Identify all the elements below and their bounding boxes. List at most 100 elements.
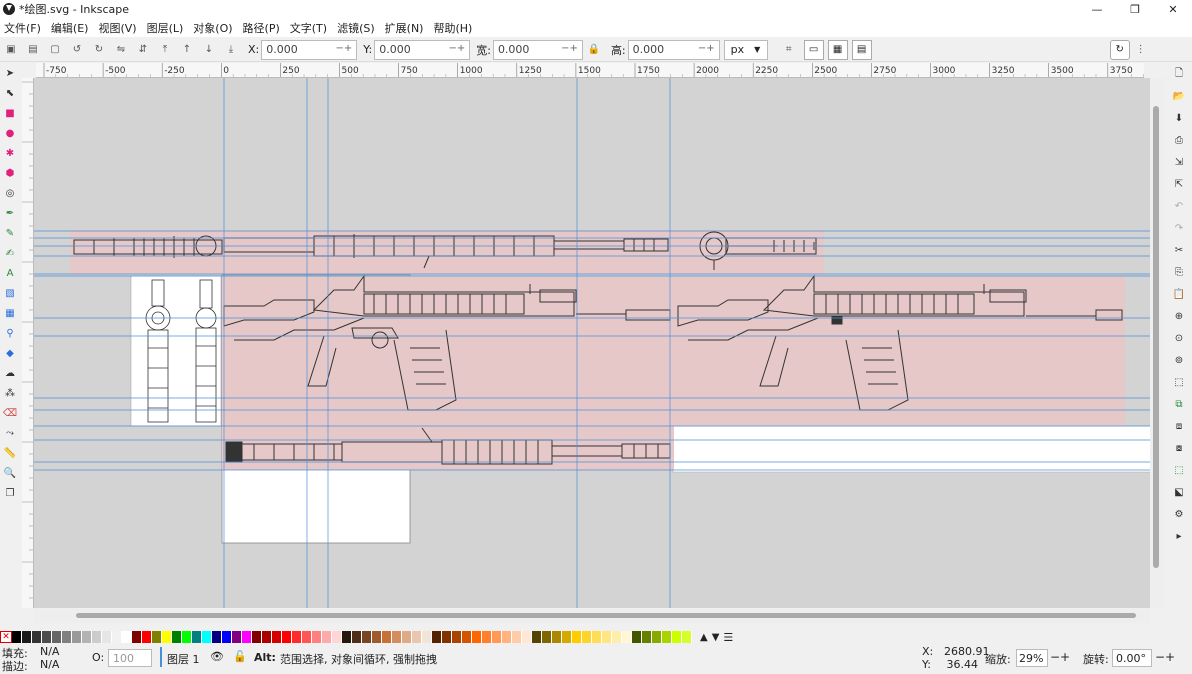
horizontal-scroll-thumb[interactable] xyxy=(76,613,1136,618)
measure-tool-icon[interactable]: 📏 xyxy=(0,443,20,463)
clone-icon[interactable]: ⧈ xyxy=(1166,415,1192,437)
color-swatch[interactable] xyxy=(252,631,262,643)
color-swatch[interactable] xyxy=(32,631,42,643)
color-swatch[interactable] xyxy=(612,631,622,643)
3d-box-tool-icon[interactable]: ⬢ xyxy=(0,163,20,183)
no-paint-swatch[interactable]: ✕ xyxy=(0,631,12,643)
stroke-value[interactable]: N/A xyxy=(40,658,59,671)
copy-icon[interactable]: ⎘ xyxy=(1166,261,1192,283)
selection-area-bottom[interactable] xyxy=(222,426,674,470)
chevron-right-icon[interactable]: ▸ xyxy=(1166,525,1192,547)
color-swatch[interactable] xyxy=(602,631,612,643)
move-patterns-button[interactable]: ▤ xyxy=(851,39,872,60)
y-field[interactable]: 0.000 −+ xyxy=(374,39,471,60)
color-swatch[interactable] xyxy=(192,631,202,643)
color-swatch[interactable] xyxy=(142,631,152,643)
color-swatch[interactable] xyxy=(182,631,192,643)
color-swatch[interactable] xyxy=(442,631,452,643)
color-swatch[interactable] xyxy=(302,631,312,643)
color-swatch[interactable] xyxy=(452,631,462,643)
menu-extensions[interactable]: 扩展(N) xyxy=(385,20,424,36)
selection-area-middle-right[interactable] xyxy=(673,276,1125,426)
cut-icon[interactable]: ✂ xyxy=(1166,239,1192,261)
color-swatch[interactable] xyxy=(12,631,22,643)
color-swatch[interactable] xyxy=(632,631,642,643)
rotate-stepper[interactable]: −+ xyxy=(1155,650,1175,664)
menu-filters[interactable]: 滤镜(S) xyxy=(337,20,375,36)
layer-lock-icon[interactable]: 🔓 xyxy=(233,650,247,663)
deselect-icon[interactable]: ▢ xyxy=(48,43,62,57)
color-swatch[interactable] xyxy=(562,631,572,643)
color-swatch[interactable] xyxy=(72,631,82,643)
minimize-button[interactable]: — xyxy=(1078,0,1116,18)
x-field[interactable]: 0.000 −+ xyxy=(261,39,358,60)
color-swatch[interactable] xyxy=(382,631,392,643)
flip-vertical-icon[interactable]: ⇵ xyxy=(136,43,150,57)
vertical-scrollbar[interactable] xyxy=(1150,78,1164,608)
pages-tool-icon[interactable]: ❐ xyxy=(0,483,20,503)
color-swatch[interactable] xyxy=(172,631,182,643)
color-swatch[interactable] xyxy=(372,631,382,643)
palette-menu-icon[interactable]: ☰ xyxy=(723,631,733,644)
pencil-tool-icon[interactable]: ✎ xyxy=(0,223,20,243)
color-swatch[interactable] xyxy=(462,631,472,643)
color-swatch[interactable] xyxy=(642,631,652,643)
scale-corners-button[interactable]: ▭ xyxy=(803,39,824,60)
zoom-selection-icon[interactable]: ⊕ xyxy=(1166,305,1192,327)
color-swatch[interactable] xyxy=(402,631,412,643)
zoom-tool-icon[interactable]: 🔍 xyxy=(0,463,20,483)
drawing-canvas[interactable] xyxy=(34,78,1150,608)
maximize-button[interactable]: ❐ xyxy=(1116,0,1154,18)
duplicate-icon[interactable]: ⧉ xyxy=(1166,393,1192,415)
lower-to-bottom-icon[interactable]: ⤓ xyxy=(224,43,238,57)
width-stepper[interactable]: −+ xyxy=(561,43,578,54)
menu-object[interactable]: 对象(O) xyxy=(193,20,232,36)
preferences-icon[interactable]: ⚙ xyxy=(1166,503,1192,525)
rotate-90-ccw-icon[interactable]: ↺ xyxy=(70,43,84,57)
color-swatch[interactable] xyxy=(502,631,512,643)
color-swatch[interactable] xyxy=(322,631,332,643)
mesh-tool-icon[interactable]: ▦ xyxy=(0,303,20,323)
dropper-tool-icon[interactable]: ⚲ xyxy=(0,323,20,343)
unlink-clone-icon[interactable]: ⧇ xyxy=(1166,437,1192,459)
move-gradients-button[interactable]: ▦ xyxy=(827,39,848,60)
color-swatch[interactable] xyxy=(412,631,422,643)
color-swatch[interactable] xyxy=(342,631,352,643)
color-swatch[interactable] xyxy=(262,631,272,643)
spray-tool-icon[interactable]: ⁂ xyxy=(0,383,20,403)
color-swatch[interactable] xyxy=(672,631,682,643)
connector-tool-icon[interactable]: ⤳ xyxy=(0,423,20,443)
paint-bucket-tool-icon[interactable]: ◆ xyxy=(0,343,20,363)
color-swatch[interactable] xyxy=(552,631,562,643)
color-swatch[interactable] xyxy=(392,631,402,643)
select-all-icon[interactable]: ▣ xyxy=(4,43,18,57)
text-tool-icon[interactable]: A xyxy=(0,263,20,283)
menu-layer[interactable]: 图层(L) xyxy=(147,20,184,36)
menu-file[interactable]: 文件(F) xyxy=(4,20,41,36)
rotate-field[interactable]: 0.00° xyxy=(1112,649,1152,667)
color-swatch[interactable] xyxy=(492,631,502,643)
lower-icon[interactable]: ↓ xyxy=(202,43,216,57)
flip-horizontal-icon[interactable]: ⇋ xyxy=(114,43,128,57)
y-stepper[interactable]: −+ xyxy=(448,43,465,54)
height-field[interactable]: 0.000 −+ xyxy=(627,39,720,60)
color-swatch[interactable] xyxy=(542,631,552,643)
undo-icon[interactable]: ↶ xyxy=(1166,195,1192,217)
color-swatch[interactable] xyxy=(512,631,522,643)
rectangle-tool-icon[interactable]: ■ xyxy=(0,103,20,123)
color-swatch[interactable] xyxy=(122,631,132,643)
group-icon[interactable]: ⬚ xyxy=(1166,459,1192,481)
color-swatch[interactable] xyxy=(572,631,582,643)
ungroup-icon[interactable]: ⬕ xyxy=(1166,481,1192,503)
redo-icon[interactable]: ↷ xyxy=(1166,217,1192,239)
pen-tool-icon[interactable]: ✒ xyxy=(0,203,20,223)
selection-area-top[interactable] xyxy=(70,230,824,274)
color-swatch[interactable] xyxy=(232,631,242,643)
color-swatch[interactable] xyxy=(112,631,122,643)
width-field[interactable]: 0.000 −+ xyxy=(492,39,583,60)
color-swatch[interactable] xyxy=(362,631,372,643)
color-swatch[interactable] xyxy=(212,631,222,643)
save-icon[interactable]: ⬇ xyxy=(1166,107,1192,129)
color-swatch[interactable] xyxy=(132,631,142,643)
zoom-stepper[interactable]: −+ xyxy=(1050,650,1070,664)
